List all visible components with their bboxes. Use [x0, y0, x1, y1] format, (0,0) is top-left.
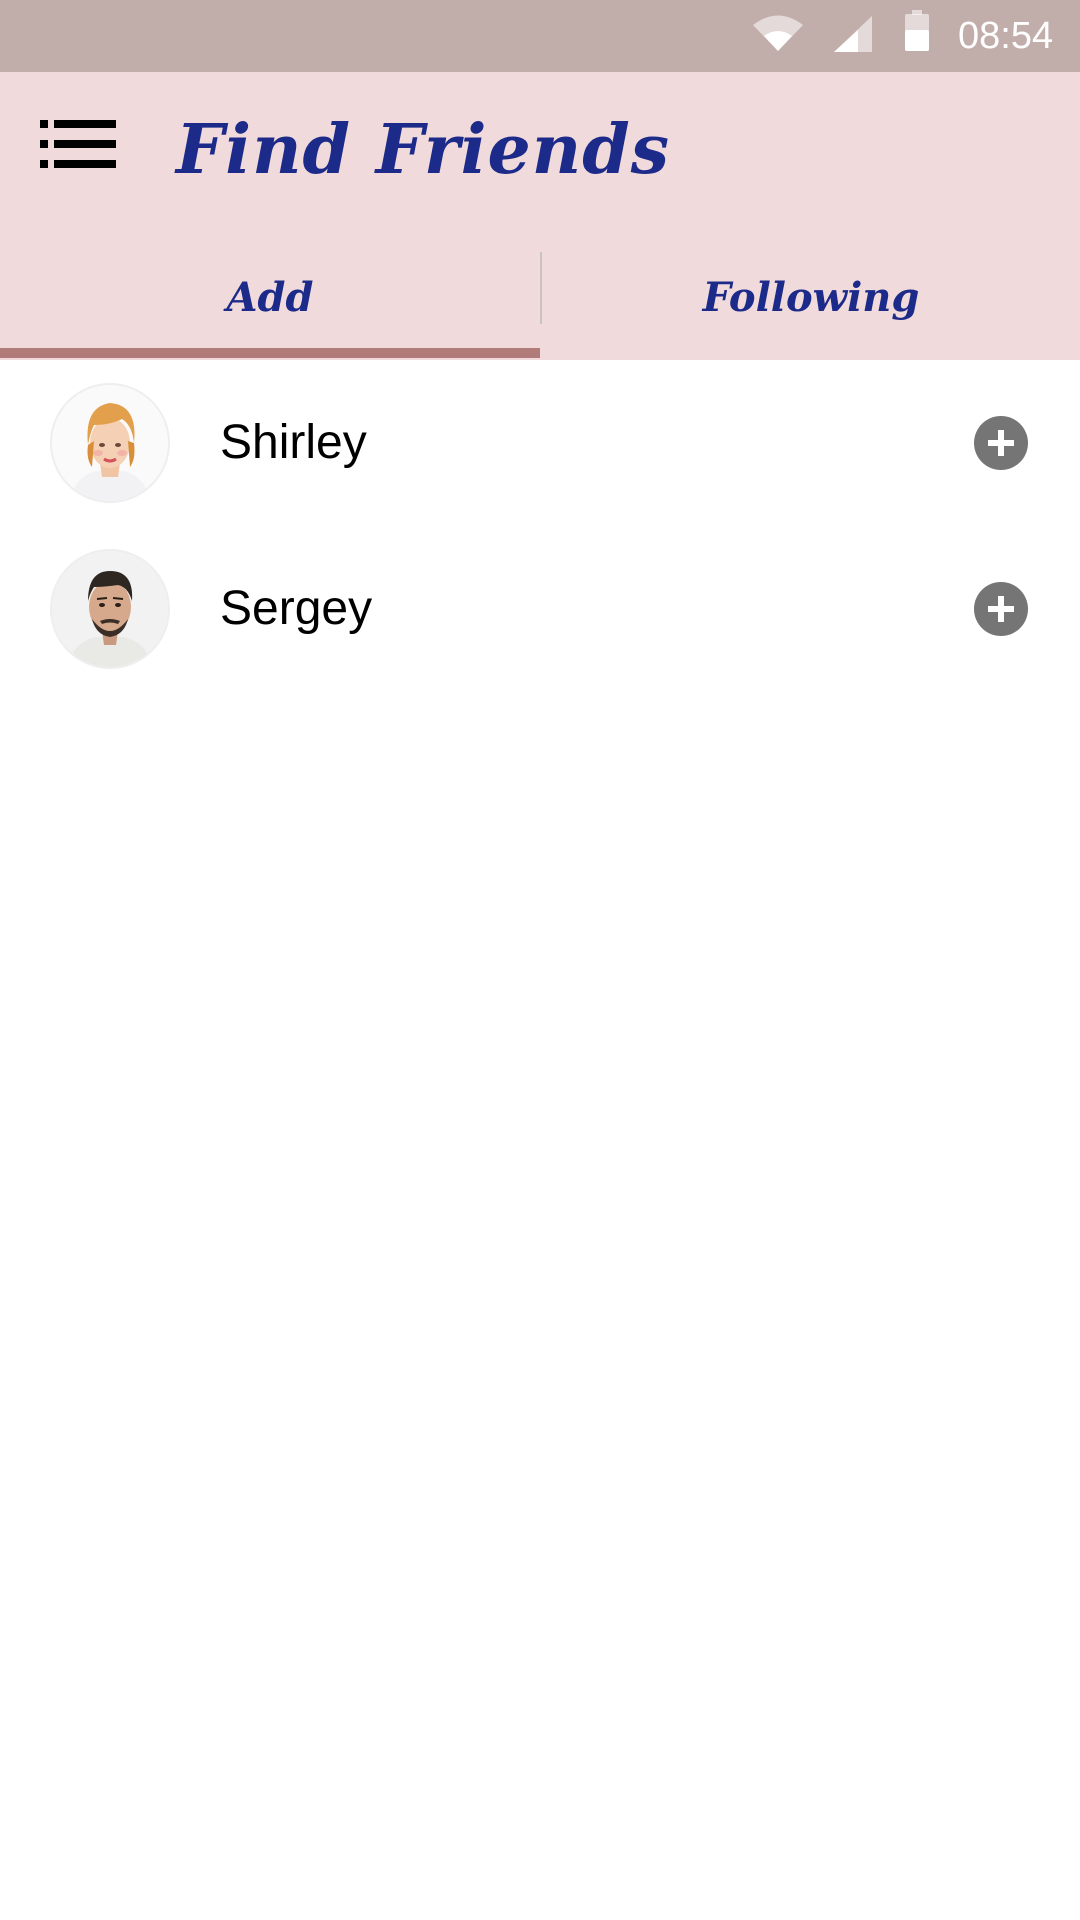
cell-signal-icon — [834, 16, 872, 52]
add-friend-button[interactable] — [974, 582, 1028, 636]
add-friend-button[interactable] — [974, 416, 1028, 470]
add-circle-icon — [988, 430, 1014, 456]
friend-name[interactable]: Sergey — [220, 578, 372, 640]
list-menu-icon — [40, 120, 116, 168]
wifi-icon — [753, 15, 803, 51]
tab-divider — [540, 252, 542, 324]
status-time: 08:54 — [958, 15, 1054, 57]
add-circle-icon — [988, 596, 1014, 622]
find-friends-screen: 08:54 Find Friends Add Following Shirley… — [0, 0, 1080, 1920]
status-bar: 08:54 — [0, 0, 1080, 72]
avatar-male-icon — [52, 551, 168, 667]
list-item: Shirley — [0, 360, 1080, 526]
menu-button[interactable] — [30, 108, 126, 180]
tab-following[interactable]: Following — [541, 244, 1080, 360]
page-title: Find Friends — [176, 110, 671, 190]
friend-name[interactable]: Shirley — [220, 412, 367, 474]
battery-icon — [905, 10, 929, 51]
avatar — [50, 383, 170, 503]
tab-indicator — [0, 348, 540, 358]
avatar-female-icon — [52, 385, 168, 501]
list-item: Sergey — [0, 526, 1080, 692]
avatar — [50, 549, 170, 669]
tab-add[interactable]: Add — [0, 244, 540, 360]
app-bar: Find Friends Add Following — [0, 72, 1080, 360]
